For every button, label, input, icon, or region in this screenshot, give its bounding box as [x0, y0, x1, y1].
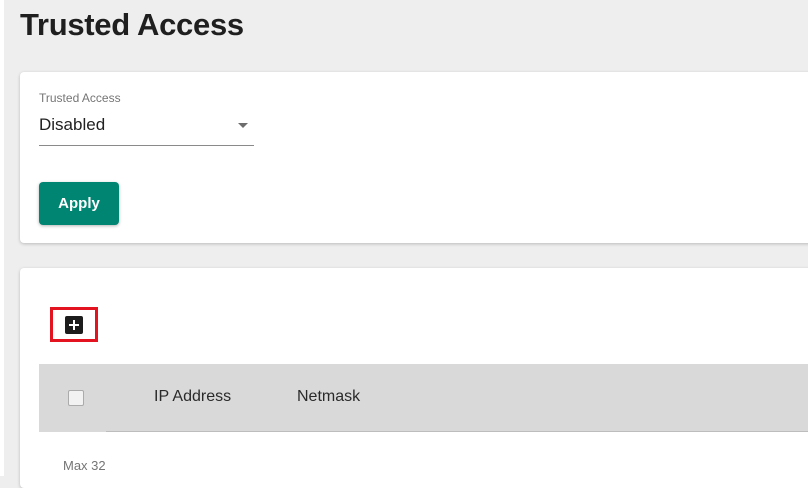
trusted-access-value: Disabled	[39, 115, 106, 134]
dropdown-arrow-icon[interactable]	[238, 123, 248, 128]
left-edge	[0, 0, 4, 476]
settings-card: Trusted Access Disabled Apply	[20, 72, 808, 243]
add-icon[interactable]	[65, 315, 83, 334]
column-header-netmask[interactable]: Netmask	[297, 388, 360, 406]
trusted-access-select[interactable]: Trusted Access Disabled	[39, 91, 254, 146]
select-all-checkbox[interactable]	[68, 390, 84, 406]
trusted-access-label: Trusted Access	[39, 91, 121, 105]
page-title: Trusted Access	[20, 7, 244, 42]
max-entries-text: Max 32	[63, 458, 106, 473]
table-header: IP Address Netmask	[39, 364, 808, 432]
column-header-ip-address[interactable]: IP Address	[154, 388, 231, 406]
table-header-divider	[106, 431, 808, 432]
add-button-highlight	[50, 307, 98, 342]
trusted-list-card: IP Address Netmask Max 32	[20, 268, 808, 488]
apply-button[interactable]: Apply	[39, 182, 119, 225]
